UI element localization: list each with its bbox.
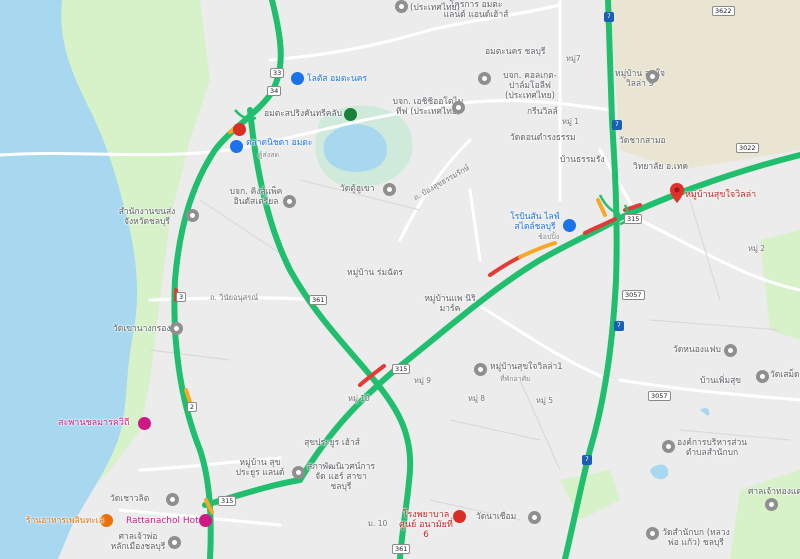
label-org[interactable]: องค์การบริหารส่วน ตำบลสำนักบก (676, 438, 748, 458)
label-wat-tusitaram[interactable]: วัดตู้ฮูเขา (340, 184, 375, 194)
label-road-street: ถ. วินัยอนุสรณ์ (210, 293, 259, 302)
label-ban-phueng: บ้านเพิ่มสุข (700, 376, 742, 386)
route-3022-shield: 3022 (736, 143, 759, 153)
poi-pin-wat-nong-kop[interactable] (170, 322, 183, 335)
route-7-shield: 7 (604, 12, 614, 22)
shopping-icon[interactable] (291, 72, 304, 85)
poi-pin-sala[interactable] (765, 498, 778, 511)
poi-pin-samnak[interactable] (186, 209, 199, 222)
label-thai-setthakit[interactable]: สภาพัฒนิเวศน์การจัด แฮร์ สาขา ชลบุรี (305, 462, 377, 492)
label-wat-nong[interactable]: วัดหนองแฟบ (673, 345, 721, 355)
hotel-icon-sapan[interactable] (138, 417, 151, 430)
poi-pin-thai-setthakit[interactable] (292, 466, 305, 479)
route-315-shield-east: 315 (624, 214, 643, 224)
hotel-icon[interactable] (199, 514, 212, 527)
label-mu8: หมู่ 8 (468, 394, 486, 403)
label-robinson[interactable]: โรบินสัน ไลฟ์ สไตล์ชลบุรี (505, 212, 565, 232)
label-shrine[interactable]: ศาลเจ้าพ่อ หลักเมืองชลบุรี (108, 532, 168, 552)
label-sala[interactable]: ศาลเจ้าทองแดง (748, 487, 800, 497)
poi-pin-suk9[interactable] (646, 70, 659, 83)
no-entry-icon (233, 123, 246, 136)
poi-pin-wat-chonlat[interactable] (166, 493, 179, 506)
label-amata-park[interactable]: อมตะสปริงคันทรีคลับ (264, 109, 342, 119)
label-marker[interactable]: หมู่บ้านสุขใจวิลล่า (685, 190, 756, 200)
label-mu1: หมู่ 1 (562, 117, 580, 126)
label-mu5: หมู่ 5 (536, 396, 554, 405)
label-hospital[interactable]: โรงพยาบาลศูนย์ อนามัยที่ 6 (396, 510, 456, 540)
label-mu10: หมู่ 10 (348, 394, 370, 403)
label-wat-khao[interactable]: วัดชากสามอ (619, 136, 666, 146)
label-sapan[interactable]: สะพานชลมารควิถี (58, 418, 129, 428)
label-mu7: หมู่7 (566, 54, 581, 63)
route-3057-shield: 3057 (622, 290, 645, 300)
label-kota-sub: (ประเทศไทย) (410, 3, 460, 13)
poi-pin-colgate[interactable] (478, 72, 491, 85)
poi-pin-wat-saet[interactable] (756, 370, 769, 383)
route-7-shield-c: 7 (582, 455, 592, 465)
label-wat-chonlat[interactable]: วัดเชาวลิต (110, 494, 149, 504)
label-colgate[interactable]: บจก. คอลเกต-ปาล์มโอลีฟ (ประเทศไทย) (494, 71, 566, 101)
label-restaurant[interactable]: ร้านอาหารเพลินทะเล (26, 516, 104, 526)
label-ban-thamma: บ้านธรรมรัง (560, 155, 605, 165)
label-wat-nong-kop[interactable]: วัดเขานางกรอง (113, 324, 170, 334)
route-3622-shield: 3622 (712, 6, 735, 16)
poi-pin-ati[interactable] (452, 101, 465, 114)
route-33-shield: 33 (270, 68, 285, 78)
label-suk1-sub: ที่พักอาศัย (500, 375, 531, 383)
route-315-shield-west: 315 (218, 496, 237, 506)
shopping-icon-robinson[interactable] (563, 219, 576, 232)
label-mu-ban-pamai: หมู่บ้านแพ นิริมาร์ค (424, 294, 476, 314)
label-mu-ban-rungruang: หมู่บ้าน ร่มฉัตร (347, 268, 403, 278)
label-wat-saet[interactable]: วัดเสม็ดเหนือ (770, 370, 800, 380)
map-base-layer (0, 0, 800, 559)
route-3057-shield-b: 3057 (648, 391, 671, 401)
poi-pin-kota[interactable] (395, 0, 408, 13)
route-34-shield: 34 (267, 86, 282, 96)
route-315-shield: 315 (392, 364, 411, 374)
poi-pin-wat-samnak[interactable] (646, 527, 659, 540)
map-canvas[interactable]: 34 361 361 315 315 315 3622 3022 3057 30… (0, 0, 800, 559)
label-mu2: หมู่ 2 (748, 244, 766, 253)
poi-pin-kidsmart[interactable] (283, 195, 296, 208)
poi-pin-wat-nong[interactable] (724, 344, 737, 357)
label-amata-nakorn[interactable]: อมตะนคร ชลบุรี (485, 47, 546, 57)
label-kidsmart[interactable]: บจก. คิงส์แพ็ค อินดัสเตรียล (226, 187, 286, 207)
label-mu9: หมู่ 9 (414, 376, 432, 385)
label-suk1[interactable]: หมู่บ้านสุขใจวิลล่า1 (490, 362, 563, 372)
route-361-shield-south: 361 (392, 544, 411, 554)
label-wat-samnak[interactable]: วัดสำนักบก (หลวงพ่อ แก้ว) ชลบุรี (660, 528, 732, 548)
label-krinvill[interactable]: กรีนวิลล์ (527, 107, 558, 117)
park-icon[interactable] (344, 108, 357, 121)
route-7-shield-d: 7 (612, 120, 622, 130)
route-2-shield: 2 (187, 402, 198, 412)
location-marker-icon[interactable] (670, 183, 684, 203)
label-suk-mueang: สุขประยูร เฮ้าส์ (304, 438, 360, 448)
route-3-shield: 3 (176, 292, 187, 302)
label-witthaya[interactable]: วิทยาลัย อ.เทค (633, 162, 688, 172)
label-rattanachol[interactable]: Rattanachol Hotel (126, 516, 207, 526)
label-suk9[interactable]: หมู่บ้าน สุขใจวิลล่า 9 (610, 69, 670, 89)
poi-pin-tusitaram[interactable] (383, 183, 396, 196)
poi-pin-shrine[interactable] (168, 536, 181, 549)
route-7-shield-b: 7 (614, 321, 624, 331)
poi-pin-org[interactable] (662, 440, 675, 453)
label-talad-sub: ตู้ส่งสด (258, 151, 280, 159)
label-wat-ban[interactable]: วัดนาเชือม (476, 512, 516, 522)
label-samnak[interactable]: สำนักงานขนส่ง จังหวัดชลบุรี (117, 207, 177, 227)
hospital-icon[interactable] (453, 510, 466, 523)
shopping-icon-nichada[interactable] (230, 140, 243, 153)
route-361-shield: 361 (309, 295, 328, 305)
label-robinson-sub: ช้อปปิ้ง (538, 233, 560, 241)
label-lotus[interactable]: โลตัส อมตะนคร (307, 74, 367, 84)
label-mu-ban-pracha: หมู่บ้าน สุขประยูร แลนด์ (235, 458, 285, 478)
poi-pin-wat-ban[interactable] (528, 511, 541, 524)
label-wat-don[interactable]: วัดดอนดำรงธรรม (510, 133, 576, 143)
label-mu10b: ม. 10 (368, 519, 388, 528)
poi-pin-suk1[interactable] (474, 363, 487, 376)
label-talad-nichada[interactable]: ตลาดนิชดา อมตะ (246, 138, 312, 148)
